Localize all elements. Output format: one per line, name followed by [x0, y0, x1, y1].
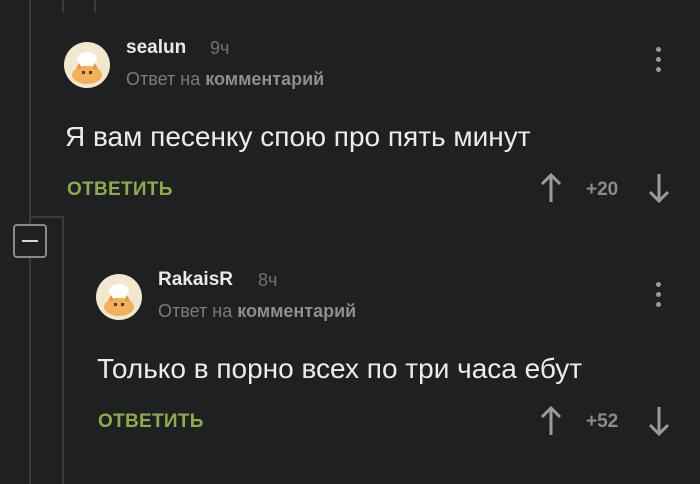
avatar-cat-icon	[104, 284, 134, 316]
reply-to-link[interactable]: Ответ на комментарий	[158, 301, 356, 322]
kebab-menu-icon[interactable]	[656, 282, 662, 307]
avatar[interactable]	[96, 274, 142, 320]
arrow-up-icon[interactable]	[539, 405, 563, 437]
comment-rating: +52	[586, 411, 619, 432]
comment-author[interactable]: RakaisR	[158, 269, 233, 291]
comment-text: Только в порно всех по три часа ебут	[97, 353, 583, 384]
reply-to-target: комментарий	[237, 301, 357, 321]
arrow-down-icon[interactable]	[647, 405, 671, 437]
reply-button[interactable]: ОТВЕТИТЬ	[98, 411, 204, 433]
reply-to-prefix: Ответ на	[158, 301, 238, 321]
comment-time: 8ч	[258, 270, 278, 290]
comment: RakaisR 8ч Ответ на комментарий Только в…	[0, 0, 700, 484]
